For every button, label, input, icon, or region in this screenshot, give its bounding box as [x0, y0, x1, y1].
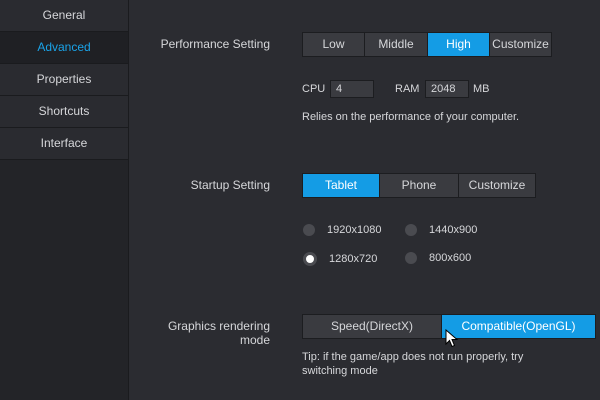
graphics-rendering-label: Graphics rendering mode: [167, 319, 270, 347]
resolution-option-1440x900[interactable]: 1440x900: [405, 224, 477, 236]
resolution-label: 1920x1080: [327, 224, 382, 236]
performance-note: Relies on the performance of your comput…: [302, 111, 520, 123]
performance-low-button[interactable]: Low: [303, 33, 365, 56]
graphics-tip-line-2: switching mode: [302, 365, 378, 377]
resolution-label: 1440x900: [429, 224, 478, 236]
performance-setting-label: Performance Setting: [160, 37, 270, 51]
sidebar: General Advanced Properties Shortcuts In…: [0, 0, 129, 400]
graphics-directx-button[interactable]: Speed(DirectX): [303, 315, 442, 338]
mouse-cursor-icon: [445, 329, 459, 348]
startup-customize-button[interactable]: Customize: [459, 174, 535, 197]
ram-label: RAM: [395, 83, 420, 95]
performance-middle-button[interactable]: Middle: [365, 33, 428, 56]
sidebar-item-advanced[interactable]: Advanced: [0, 32, 128, 64]
performance-segmented-control: Low Middle High Customize: [302, 32, 552, 57]
startup-tablet-button[interactable]: Tablet: [303, 174, 380, 197]
graphics-opengl-button[interactable]: Compatible(OpenGL): [442, 315, 595, 338]
performance-high-button[interactable]: High: [428, 33, 490, 56]
performance-customize-button[interactable]: Customize: [490, 33, 551, 56]
startup-setting-label: Startup Setting: [190, 178, 270, 192]
sidebar-item-shortcuts[interactable]: Shortcuts: [0, 96, 128, 128]
sidebar-item-interface[interactable]: Interface: [0, 128, 128, 160]
radio-icon: [405, 224, 417, 236]
radio-selected-icon: [303, 252, 317, 266]
resolution-option-800x600[interactable]: 800x600: [405, 252, 471, 264]
sidebar-item-properties[interactable]: Properties: [0, 64, 128, 96]
radio-icon: [405, 252, 417, 264]
sidebar-item-general[interactable]: General: [0, 0, 128, 32]
resolution-label: 1280x720: [329, 253, 378, 265]
startup-phone-button[interactable]: Phone: [380, 174, 459, 197]
startup-segmented-control: Tablet Phone Customize: [302, 173, 536, 198]
cpu-input[interactable]: [330, 80, 374, 98]
ram-unit-label: MB: [473, 83, 490, 95]
ram-input[interactable]: [425, 80, 469, 98]
resolution-option-1280x720[interactable]: 1280x720: [303, 252, 377, 266]
radio-icon: [303, 224, 315, 236]
resolution-label: 800x600: [429, 252, 472, 264]
graphics-tip-line-1: Tip: if the game/app does not run proper…: [302, 351, 524, 363]
resolution-option-1920x1080[interactable]: 1920x1080: [303, 224, 381, 236]
cpu-label: CPU: [302, 83, 326, 95]
